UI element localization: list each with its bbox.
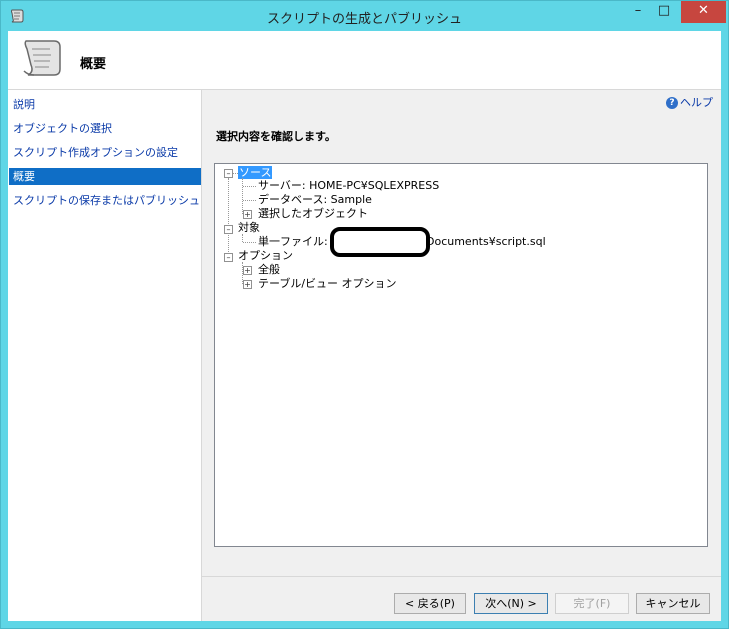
- tree-node-options[interactable]: オプション: [238, 249, 293, 263]
- tree-node-source[interactable]: ソース: [238, 166, 273, 180]
- help-link[interactable]: ? ヘルプ: [666, 94, 713, 110]
- nav-item-summary[interactable]: 概要: [9, 168, 201, 185]
- page-header: 概要: [8, 31, 721, 90]
- minimize-button[interactable]: –: [625, 1, 651, 23]
- scroll-icon: [23, 40, 61, 76]
- cancel-button[interactable]: キャンセル: [636, 593, 710, 614]
- tree-node-database[interactable]: データベース: Sample: [258, 193, 372, 207]
- tree-node-target[interactable]: 対象: [238, 221, 260, 235]
- tree-node-selected-objects[interactable]: 選択したオブジェクト: [258, 207, 368, 221]
- expand-table-view-options-icon[interactable]: +: [243, 280, 252, 289]
- wizard-window: スクリプトの生成とパブリッシュ – □ ✕ 概要 説明 オブジェクトの選択 スク…: [0, 0, 729, 629]
- instruction-text: 選択内容を確認します。: [216, 130, 336, 143]
- tree-node-server[interactable]: サーバー: HOME-PC¥SQLEXPRESS: [258, 179, 439, 193]
- redaction-mark: [330, 227, 430, 257]
- collapse-source-icon[interactable]: –: [224, 169, 233, 178]
- nav-item-save-or-publish[interactable]: スクリプトの保存またはパブリッシュ: [9, 192, 201, 209]
- help-icon: ?: [666, 97, 678, 109]
- finish-button[interactable]: 完了(F): [555, 593, 629, 614]
- tree-node-general[interactable]: 全般: [258, 263, 280, 277]
- wizard-client-area: 概要 説明 オブジェクトの選択 スクリプト作成オプションの設定 概要 スクリプト…: [8, 31, 721, 621]
- close-button[interactable]: ✕: [681, 1, 726, 23]
- nav-item-scripting-options[interactable]: スクリプト作成オプションの設定: [9, 144, 201, 161]
- next-button[interactable]: 次へ(N) >: [474, 593, 548, 614]
- title-bar[interactable]: スクリプトの生成とパブリッシュ – □ ✕: [1, 1, 728, 31]
- nav-item-select-objects[interactable]: オブジェクトの選択: [9, 120, 201, 137]
- button-separator: [201, 576, 721, 577]
- page-title: 概要: [80, 57, 107, 72]
- window-title: スクリプトの生成とパブリッシュ: [266, 12, 462, 27]
- tree-node-single-file-suffix[interactable]: Documents¥script.sql: [426, 235, 546, 249]
- tree-node-table-view-options[interactable]: テーブル/ビュー オプション: [258, 277, 397, 291]
- back-button[interactable]: < 戻る(P): [394, 593, 466, 614]
- collapse-target-icon[interactable]: –: [224, 225, 233, 234]
- maximize-button[interactable]: □: [651, 1, 677, 23]
- help-label: ヘルプ: [680, 96, 713, 109]
- collapse-options-icon[interactable]: –: [224, 253, 233, 262]
- expand-selected-objects-icon[interactable]: +: [243, 210, 252, 219]
- wizard-navigation: 説明 オブジェクトの選択 スクリプト作成オプションの設定 概要 スクリプトの保存…: [8, 90, 202, 621]
- summary-tree[interactable]: – ソース サーバー: HOME-PC¥SQLEXPRESS データベース: S…: [214, 163, 708, 547]
- nav-item-description[interactable]: 説明: [9, 96, 201, 113]
- expand-general-icon[interactable]: +: [243, 266, 252, 275]
